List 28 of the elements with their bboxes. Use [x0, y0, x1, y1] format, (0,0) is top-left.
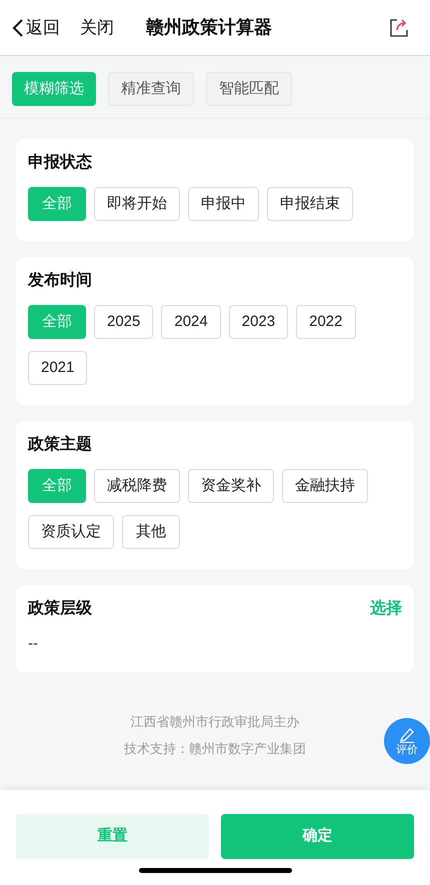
share-icon[interactable]	[388, 16, 410, 38]
back-button[interactable]: 返回	[12, 14, 60, 40]
mode-tab[interactable]: 智能匹配	[206, 72, 292, 106]
filter-option[interactable]: 资金奖补	[188, 469, 274, 503]
section-title: 申报状态	[28, 152, 93, 173]
filter-option[interactable]: 2022	[296, 305, 356, 339]
level-value: --	[28, 634, 39, 654]
section-title: 政策主题	[28, 434, 93, 455]
filter-option[interactable]: 申报结束	[267, 187, 353, 221]
filter-option[interactable]: 资质认定	[28, 515, 114, 549]
filter-option[interactable]: 减税降费	[94, 469, 180, 503]
section-title: 发布时间	[28, 270, 93, 291]
pencil-icon	[398, 726, 416, 742]
filter-option[interactable]: 2024	[161, 305, 221, 339]
page-title: 赣州政策计算器	[146, 16, 272, 39]
filter-option[interactable]: 申报中	[188, 187, 259, 221]
filter-option[interactable]: 2021	[28, 351, 88, 385]
section-title: 政策层级	[28, 598, 92, 619]
close-button[interactable]: 关闭	[80, 14, 114, 40]
back-icon	[12, 18, 24, 38]
filter-option[interactable]: 2025	[94, 305, 154, 339]
footer-text: 技术支持：赣州市数字产业集团	[124, 740, 306, 758]
footer-text: 江西省赣州市行政审批局主办	[130, 712, 300, 730]
filter-option[interactable]: 2023	[228, 305, 288, 339]
filter-option[interactable]: 其他	[122, 515, 180, 549]
filter-option[interactable]: 即将开始	[94, 187, 180, 221]
filter-option[interactable]: 金融扶持	[282, 469, 368, 503]
mode-tab[interactable]: 精准查询	[108, 72, 194, 106]
